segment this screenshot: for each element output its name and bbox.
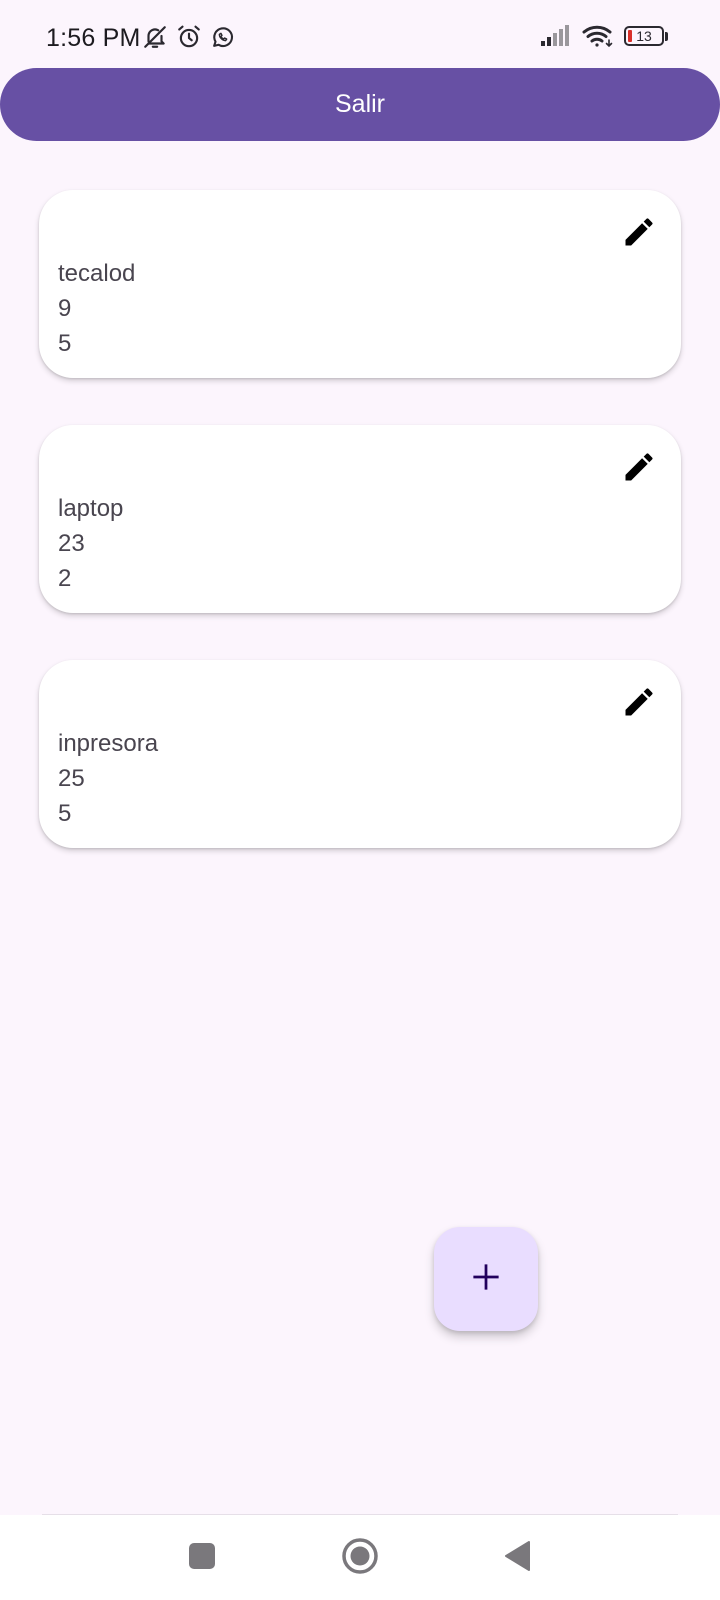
- home-button[interactable]: [337, 1535, 383, 1581]
- item-value-2: 5: [58, 800, 72, 827]
- back-icon: [503, 1540, 533, 1577]
- item-value-2: 2: [58, 565, 72, 592]
- app-screen: 1:56 PM 13 Salir tecalod 9 5 laptop 23 2…: [0, 0, 720, 1600]
- item-value-1: 25: [58, 765, 85, 792]
- recents-icon: [188, 1542, 216, 1575]
- battery-icon: 13: [624, 26, 668, 46]
- navigation-bar: [0, 1515, 720, 1600]
- whatsapp-icon: [210, 25, 235, 50]
- edit-icon[interactable]: [619, 212, 659, 252]
- home-icon: [341, 1537, 379, 1580]
- item-details: tecalod 9 5: [58, 256, 135, 361]
- item-name: laptop: [58, 495, 124, 522]
- status-time: 1:56 PM: [46, 24, 141, 52]
- item-details: inpresora 25 5: [58, 726, 158, 831]
- notification-icons: [142, 24, 235, 50]
- alarm-icon: [176, 24, 202, 50]
- item-name: inpresora: [58, 730, 159, 757]
- edit-icon[interactable]: [619, 682, 659, 722]
- exit-button[interactable]: Salir: [0, 68, 720, 141]
- item-list: tecalod 9 5 laptop 23 2 inpresora 25 5: [39, 190, 681, 895]
- back-button[interactable]: [495, 1535, 541, 1581]
- plus-icon: [471, 1262, 501, 1297]
- battery-level: 13: [636, 28, 652, 44]
- add-item-button[interactable]: [434, 1227, 538, 1331]
- battery-body: 13: [624, 26, 664, 46]
- item-details: laptop 23 2: [58, 491, 123, 596]
- wifi-icon: [582, 24, 614, 48]
- item-card[interactable]: inpresora 25 5: [39, 660, 681, 848]
- item-card[interactable]: tecalod 9 5: [39, 190, 681, 378]
- item-name: tecalod: [58, 260, 136, 287]
- status-bar: 1:56 PM 13: [0, 0, 720, 66]
- signal-icon: [540, 25, 572, 47]
- edit-icon[interactable]: [619, 447, 659, 487]
- battery-cap: [665, 31, 668, 41]
- item-value-1: 9: [58, 295, 72, 322]
- bell-off-icon: [142, 24, 168, 50]
- system-icons: 13: [540, 24, 668, 48]
- item-value-1: 23: [58, 530, 85, 557]
- item-card[interactable]: laptop 23 2: [39, 425, 681, 613]
- item-value-2: 5: [58, 330, 72, 357]
- recents-button[interactable]: [179, 1535, 225, 1581]
